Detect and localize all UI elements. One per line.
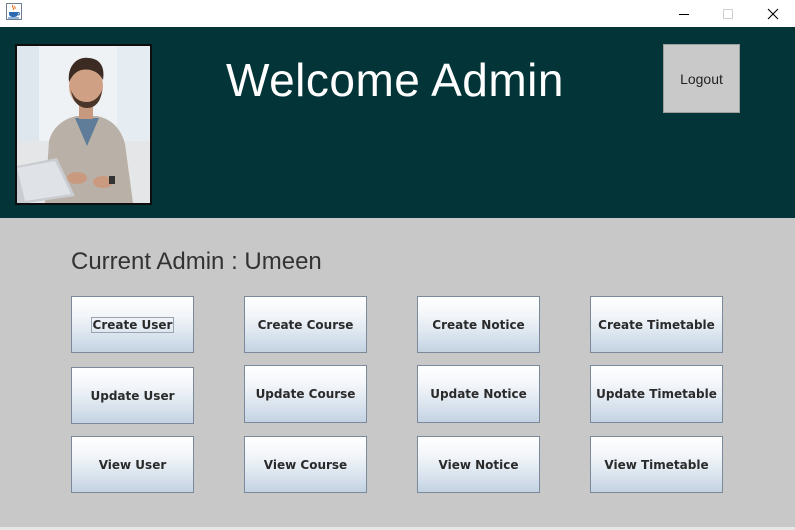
update-timetable-button[interactable]: Update Timetable	[590, 365, 723, 423]
create-timetable-button[interactable]: Create Timetable	[590, 296, 723, 353]
create-user-label: Create User	[90, 316, 175, 333]
close-icon	[767, 8, 779, 19]
minimize-button[interactable]	[661, 0, 707, 27]
update-user-button[interactable]: Update User	[71, 367, 194, 424]
view-course-button[interactable]: View Course	[244, 436, 367, 493]
view-user-button[interactable]: View User	[71, 436, 194, 493]
java-cup-icon	[6, 3, 22, 20]
logout-button[interactable]: Logout	[663, 44, 740, 113]
current-admin-label: Current Admin : Umeen	[71, 248, 322, 275]
view-timetable-button[interactable]: View Timetable	[590, 436, 723, 493]
admin-avatar	[15, 44, 152, 205]
create-user-button[interactable]: Create User	[71, 296, 194, 353]
update-course-button[interactable]: Update Course	[244, 365, 367, 423]
maximize-button[interactable]	[705, 0, 751, 27]
admin-dashboard-panel: Current Admin : Umeen Create User Create…	[0, 218, 795, 530]
close-button[interactable]	[750, 0, 795, 27]
welcome-title: Welcome Admin	[225, 54, 564, 106]
create-notice-button[interactable]: Create Notice	[417, 296, 540, 353]
update-notice-button[interactable]: Update Notice	[417, 365, 540, 423]
maximize-icon	[723, 8, 733, 19]
minimize-icon	[679, 13, 689, 15]
header-panel: Welcome Admin Logout	[0, 27, 795, 218]
view-notice-button[interactable]: View Notice	[417, 436, 540, 493]
create-course-button[interactable]: Create Course	[244, 296, 367, 353]
window-titlebar	[0, 0, 795, 27]
